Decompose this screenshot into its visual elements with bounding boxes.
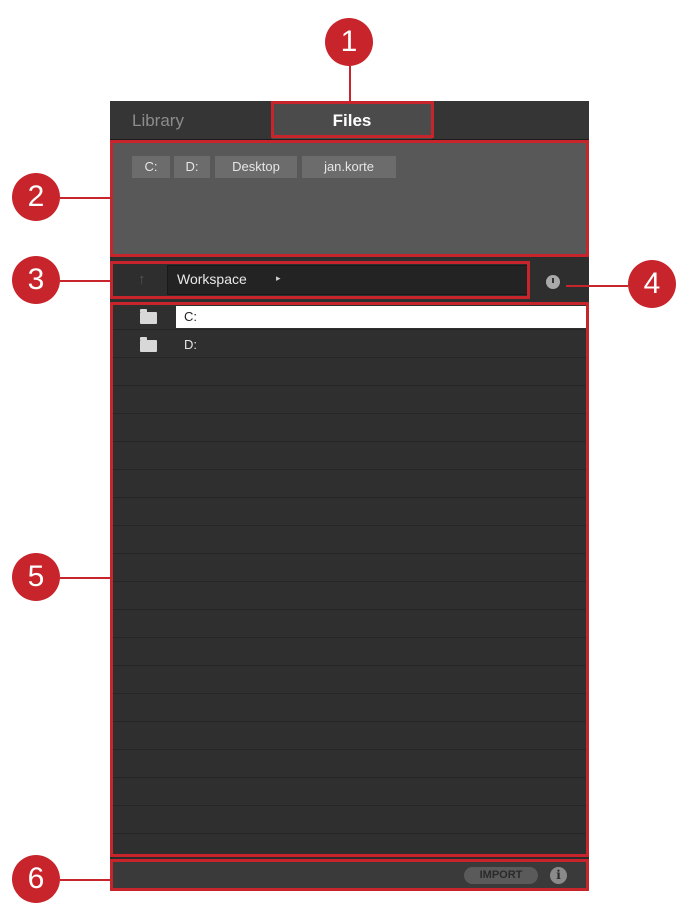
highlight-frame-bottom (110, 859, 589, 891)
leader-line (60, 577, 112, 579)
recent-locations-clock-icon[interactable] (546, 275, 560, 289)
highlight-frame-tabs (271, 101, 434, 138)
callout-badge: 1 (325, 18, 373, 66)
callout-badge: 5 (12, 553, 60, 601)
tab-library[interactable]: Library (132, 101, 184, 139)
leader-line (349, 66, 351, 102)
callout-badge: 4 (628, 260, 676, 308)
highlight-frame-list (110, 302, 589, 857)
callout-badge: 2 (12, 173, 60, 221)
leader-line (60, 280, 112, 282)
leader-line (60, 197, 112, 199)
highlight-frame-location (110, 261, 530, 299)
callout-badge: 6 (12, 855, 60, 903)
highlight-frame-favorites (110, 140, 589, 257)
leader-line (566, 285, 628, 287)
leader-line (60, 879, 112, 881)
callout-badge: 3 (12, 256, 60, 304)
